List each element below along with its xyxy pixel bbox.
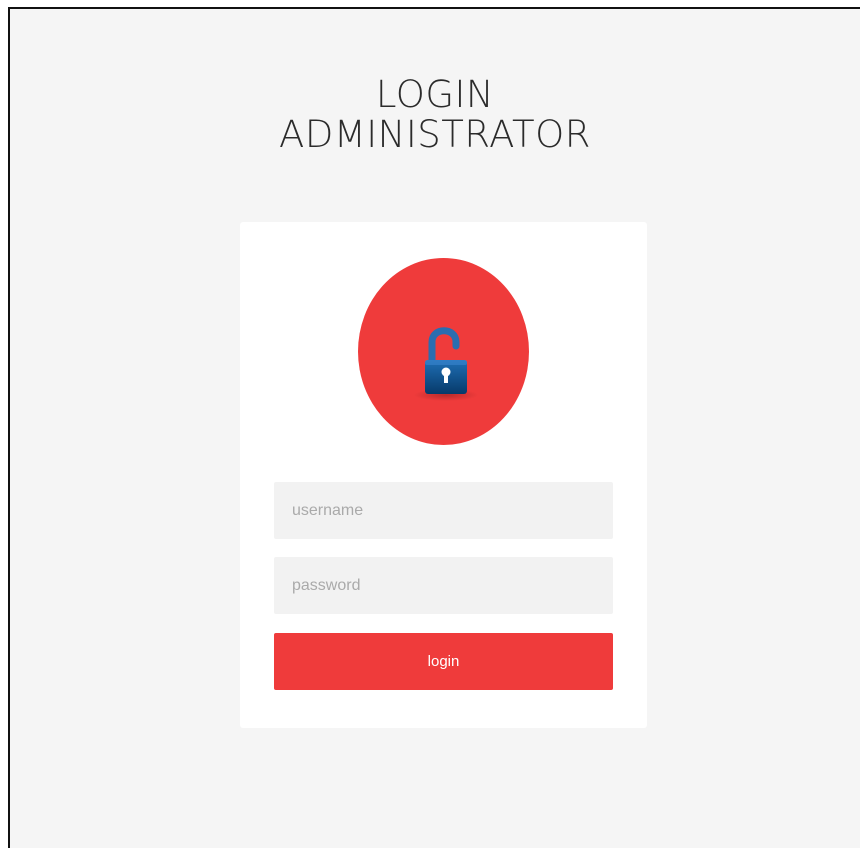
username-input[interactable] bbox=[274, 482, 613, 539]
page-title-line-1: LOGIN bbox=[375, 73, 495, 116]
page-title: LOGIN ADMINISTRATOR bbox=[10, 75, 860, 155]
login-card: login bbox=[240, 222, 647, 728]
page-title-line-2: ADMINISTRATOR bbox=[279, 113, 591, 156]
password-input[interactable] bbox=[274, 557, 613, 614]
unlocked-padlock-icon bbox=[414, 327, 478, 401]
login-button[interactable]: login bbox=[274, 633, 613, 690]
page-viewport: LOGIN ADMINISTRATOR username login bbox=[8, 7, 860, 848]
lock-badge bbox=[358, 258, 529, 445]
